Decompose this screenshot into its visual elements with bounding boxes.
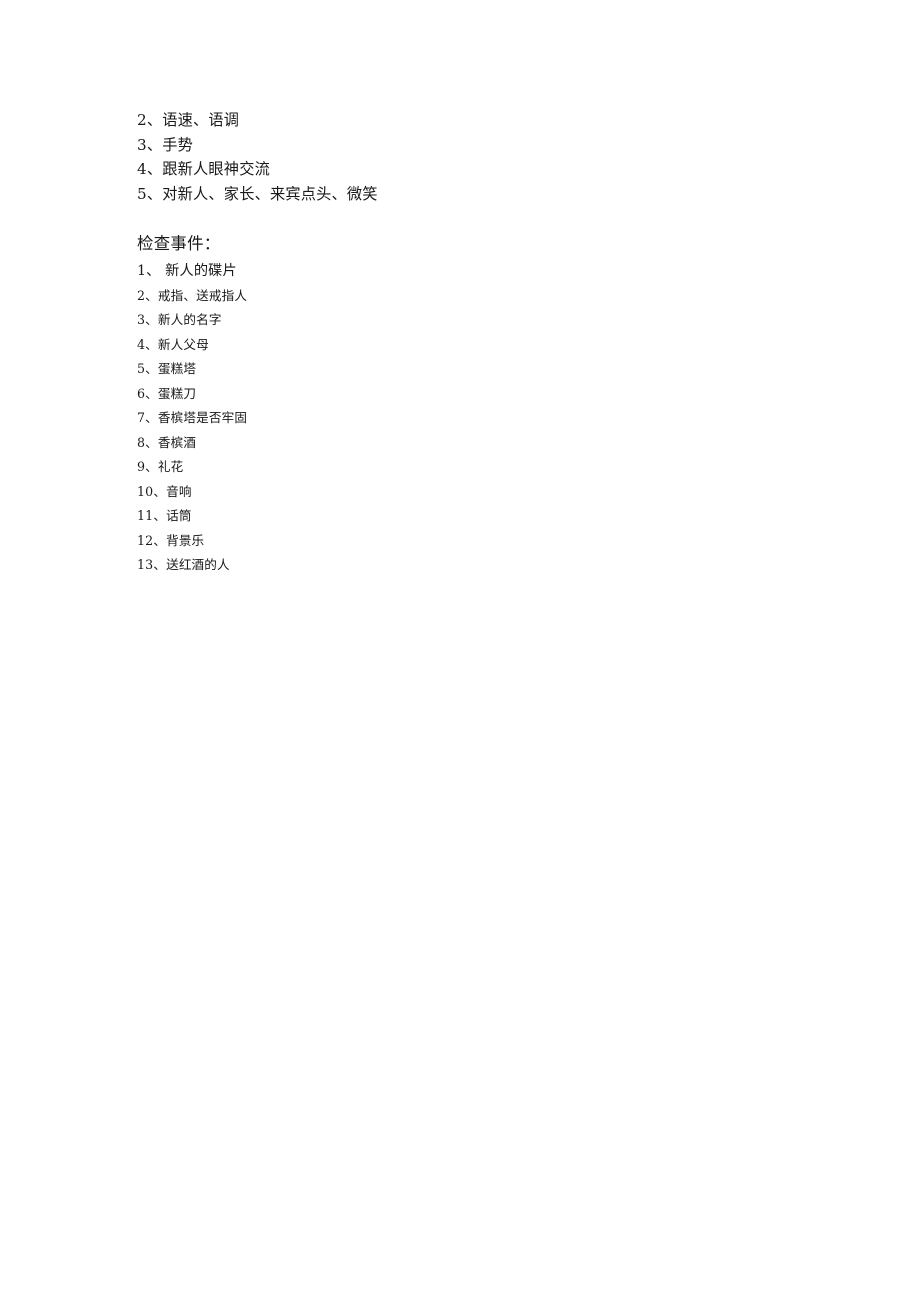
list-item: 9、礼花 [137,459,184,475]
list-item: 2、戒指、送戒指人 [137,287,248,303]
list-item: 5、对新人、家长、来宾点头、微笑 [137,184,378,203]
list-item: 4、跟新人眼神交流 [137,160,270,179]
list-item: 5、蛋糕塔 [137,361,197,377]
section-heading: 检查事件： [137,234,221,254]
document-page: 2、语速、语调 3、手势 4、跟新人眼神交流 5、对新人、家长、来宾点头、微笑 … [0,0,920,1302]
list-item: 11、话筒 [137,508,192,524]
list-item: 3、手势 [137,135,194,154]
list-item: 12、背景乐 [137,532,205,548]
check-event-list: 1、 新人的碟片 2、戒指、送戒指人 3、新人的名字 4、新人父母 5、蛋糕塔 … [137,259,837,578]
list-item: 1、 新人的碟片 [137,263,237,280]
list-item: 13、送红酒的人 [137,557,230,573]
list-item: 3、新人的名字 [137,312,222,328]
document-content: 2、语速、语调 3、手势 4、跟新人眼神交流 5、对新人、家长、来宾点头、微笑 … [137,108,837,578]
list-item: 10、音响 [137,483,192,499]
list-item: 7、香槟塔是否牢固 [137,410,248,426]
top-continuation-list: 2、语速、语调 3、手势 4、跟新人眼神交流 5、对新人、家长、来宾点头、微笑 [137,108,837,206]
list-item: 8、香槟酒 [137,434,197,450]
list-item: 2、语速、语调 [137,111,240,129]
list-item: 6、蛋糕刀 [137,385,197,401]
list-item: 4、新人父母 [137,336,209,352]
